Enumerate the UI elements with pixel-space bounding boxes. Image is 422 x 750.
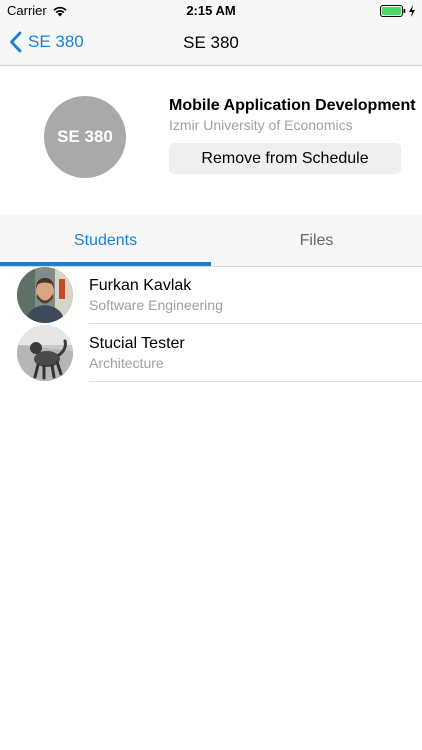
row-separator xyxy=(89,381,422,382)
course-university: Izmir University of Economics xyxy=(169,117,353,133)
student-name: Stucial Tester xyxy=(89,335,185,352)
student-department: Software Engineering xyxy=(89,297,223,313)
navigation-bar: SE 380 SE 380 xyxy=(0,22,422,66)
student-avatar xyxy=(17,325,73,381)
tab-students[interactable]: Students xyxy=(0,215,211,266)
course-name: Mobile Application Development xyxy=(169,97,416,114)
student-name: Furkan Kavlak xyxy=(89,277,192,294)
status-right xyxy=(380,4,416,17)
page-title: SE 380 xyxy=(183,33,239,52)
tab-bar: Students Files xyxy=(0,215,422,267)
student-row-stucial-tester[interactable]: Stucial Tester Architecture xyxy=(0,324,422,382)
remove-from-schedule-button[interactable]: Remove from Schedule xyxy=(169,143,401,174)
tab-files[interactable]: Files xyxy=(211,215,422,266)
course-avatar-text: SE 380 xyxy=(57,127,113,146)
status-time: 2:15 AM xyxy=(186,3,236,18)
battery-icon xyxy=(380,4,406,17)
status-bar: Carrier 2:15 AM xyxy=(0,0,422,22)
charging-icon xyxy=(408,4,416,17)
course-avatar: SE 380 xyxy=(44,96,126,178)
student-department: Architecture xyxy=(89,355,164,371)
student-avatar xyxy=(17,267,73,323)
student-row-furkan-kavlak[interactable]: Furkan Kavlak Software Engineering xyxy=(0,266,422,324)
